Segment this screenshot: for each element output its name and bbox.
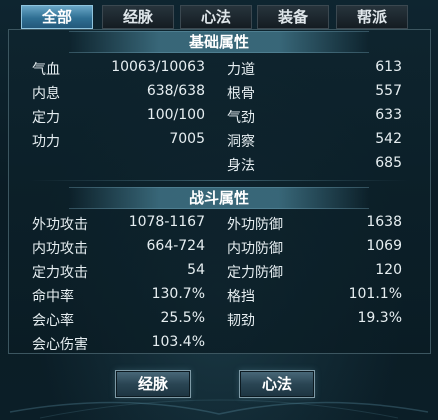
stat-label: 气劲 — [227, 110, 255, 126]
stat-label: 气血 — [32, 62, 60, 78]
stat-value: 54 — [187, 262, 205, 278]
stat-value: 25.5% — [160, 310, 205, 326]
heart-method-button[interactable]: 心法 — [239, 370, 315, 398]
stat-value: 542 — [375, 131, 402, 147]
stat-value: 103.4% — [151, 334, 205, 350]
stat-value: 685 — [375, 155, 402, 171]
stat-value: 1638 — [366, 214, 402, 230]
tab-equipment[interactable]: 装备 — [257, 5, 329, 29]
stat-label: 韧劲 — [227, 313, 255, 329]
stat-value: 10063/10063 — [111, 59, 205, 75]
section-divider — [29, 180, 409, 181]
stat-value: 100/100 — [146, 107, 205, 123]
stat-label: 根骨 — [227, 86, 255, 102]
stat-value: 613 — [375, 59, 402, 75]
stat-label: 内功防御 — [227, 241, 283, 257]
stat-value: 130.7% — [151, 286, 205, 302]
stat-value: 19.3% — [357, 310, 402, 326]
stat-label: 定力 — [32, 110, 60, 126]
stat-value: 1069 — [366, 238, 402, 254]
stat-label: 定力防御 — [227, 265, 283, 281]
tab-heart-method[interactable]: 心法 — [180, 5, 252, 29]
stat-value: 101.1% — [348, 286, 402, 302]
stat-label: 身法 — [227, 158, 255, 174]
stat-value: 638/638 — [146, 83, 205, 99]
stat-label: 会心率 — [32, 313, 74, 329]
stat-value: 557 — [375, 83, 402, 99]
ornament-decoration — [9, 399, 429, 419]
attributes-panel: 基础属性 气血 10063/10063 内息 638/638 定力 100/10… — [8, 29, 431, 354]
stat-value: 1078-1167 — [128, 214, 205, 230]
basic-attributes-title: 基础属性 — [69, 31, 369, 53]
tab-all[interactable]: 全部 — [21, 5, 93, 29]
stat-label: 会心伤害 — [32, 337, 88, 353]
stat-label: 外功防御 — [227, 217, 283, 233]
stat-label: 力道 — [227, 62, 255, 78]
stat-label: 外功攻击 — [32, 217, 88, 233]
tab-guild[interactable]: 帮派 — [336, 5, 408, 29]
stat-value: 633 — [375, 107, 402, 123]
stat-label: 格挡 — [227, 289, 255, 305]
combat-attributes-title: 战斗属性 — [69, 187, 369, 209]
stat-label: 内息 — [32, 86, 60, 102]
stat-label: 洞察 — [227, 134, 255, 150]
stat-value: 664-724 — [146, 238, 206, 254]
tab-meridian[interactable]: 经脉 — [102, 5, 174, 29]
stat-value: 120 — [375, 262, 402, 278]
stat-label: 功力 — [32, 134, 60, 150]
stat-label: 定力攻击 — [32, 265, 88, 281]
tab-bar: 全部 经脉 心法 装备 帮派 — [8, 5, 430, 29]
stat-label: 内功攻击 — [32, 241, 88, 257]
meridian-button[interactable]: 经脉 — [115, 370, 191, 398]
stat-label: 命中率 — [32, 289, 74, 305]
stat-value: 7005 — [169, 131, 205, 147]
